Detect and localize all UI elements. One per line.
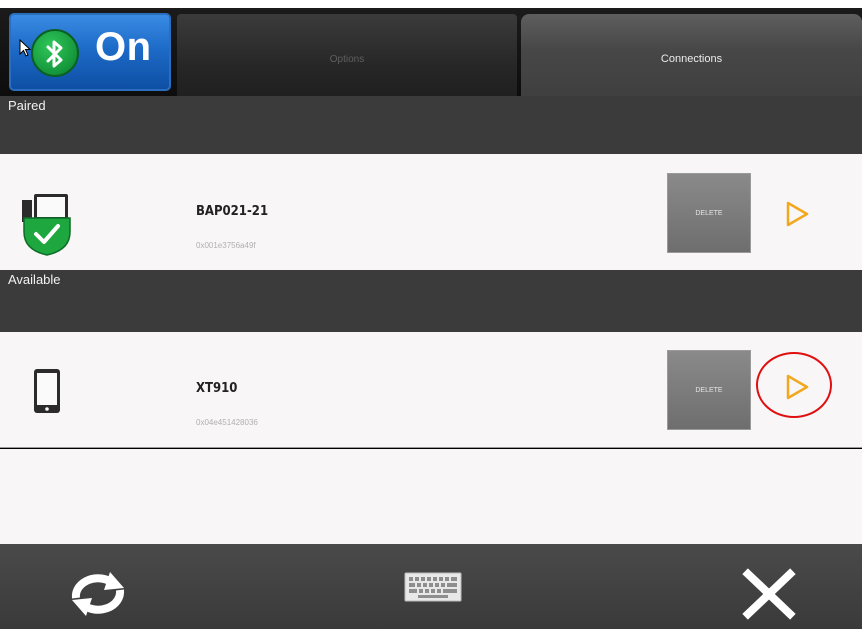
highlight-circle-annotation <box>756 352 832 418</box>
mouse-cursor-icon <box>19 39 31 57</box>
delete-button[interactable]: DELETE <box>667 173 751 253</box>
tab-options[interactable]: Options <box>177 14 517 104</box>
tab-options-label: Options <box>329 54 365 65</box>
phone-icon <box>34 369 60 413</box>
bottom-toolbar <box>0 544 862 629</box>
device-name: XT910 <box>196 381 238 396</box>
refresh-icon[interactable] <box>62 568 134 620</box>
paired-section-title: Paired <box>8 98 46 113</box>
bluetooth-icon <box>31 29 79 77</box>
available-section-title: Available <box>8 272 61 287</box>
paired-device-check-icon <box>22 194 71 256</box>
available-device-row[interactable]: XT910 0x04e451428036 DELETE <box>0 332 862 448</box>
bluetooth-state-label: On <box>95 25 152 69</box>
keyboard-icon[interactable] <box>404 572 462 602</box>
available-section-header: Available <box>0 270 862 332</box>
delete-button[interactable]: DELETE <box>667 350 751 430</box>
close-icon[interactable] <box>738 568 800 620</box>
paired-device-row[interactable]: BAP021-21 0x001e3756a49f DELETE <box>0 154 862 270</box>
top-bar: On Options Connections <box>0 0 862 104</box>
connect-arrow-icon[interactable] <box>782 199 812 229</box>
paired-section-header: Paired <box>0 96 862 154</box>
empty-list-area <box>0 449 862 544</box>
tab-connections[interactable]: Connections <box>521 14 862 104</box>
bluetooth-toggle[interactable]: On <box>9 13 171 91</box>
device-name: BAP021-21 <box>196 204 269 219</box>
device-address: 0x04e451428036 <box>196 418 258 427</box>
tab-connections-label: Connections <box>660 53 723 65</box>
device-address: 0x001e3756a49f <box>196 241 256 250</box>
